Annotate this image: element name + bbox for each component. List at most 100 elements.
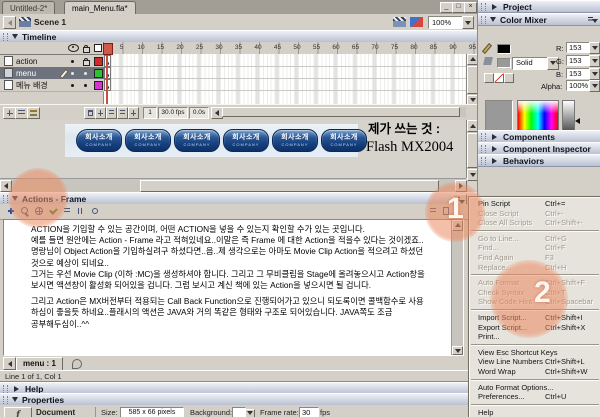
stage-area[interactable]: 회사소개COMPANY회사소개COMPANY회사소개COMPANY회사소개COM…	[0, 120, 478, 192]
edit-multiple-frames-button[interactable]	[128, 107, 139, 119]
stage-nav-button[interactable]: 회사소개COMPANY	[321, 129, 367, 152]
document-size-button[interactable]: 585 x 66 pixels	[120, 407, 184, 417]
script-vertical-scrollbar[interactable]	[451, 220, 463, 355]
insert-layer-folder-button[interactable]	[27, 107, 40, 119]
script-editor[interactable]: ACTION을 기입할 수 있는 공간이며, 어떤 ACTION을 넣을 수 있…	[3, 219, 464, 356]
color-mixer-options-icon[interactable]	[588, 16, 598, 23]
zoom-dropdown-button[interactable]	[462, 16, 474, 29]
back-button[interactable]	[3, 16, 16, 29]
panel-grip[interactable]	[3, 195, 8, 203]
menu-item-import-script[interactable]: Import Script...Ctrl+Shift+I	[469, 313, 600, 323]
stage-nav-button[interactable]: 회사소개COMPANY	[272, 129, 318, 152]
show-hide-layers-icon[interactable]	[68, 44, 79, 52]
tab-untitled-2[interactable]: Untitled-2*	[2, 1, 55, 15]
timeline-layer-row[interactable]: 메뉴 배경	[0, 79, 104, 92]
stage-nav-button[interactable]: 회사소개COMPANY	[223, 129, 269, 152]
fill-style-dropdown[interactable]: Solid	[512, 57, 551, 70]
playhead[interactable]	[103, 43, 113, 55]
background-dropdown-icon[interactable]	[245, 409, 255, 417]
project-panel-header[interactable]: Project	[478, 0, 600, 13]
channel-stepper-icon[interactable]	[589, 42, 600, 54]
panel-grip[interactable]	[481, 16, 486, 24]
channel-value-input[interactable]: 153	[566, 55, 591, 66]
panel-grip[interactable]	[481, 157, 486, 165]
close-button[interactable]: ×	[464, 2, 477, 13]
menu-item-export-script[interactable]: Export Script...Ctrl+Shift+X	[469, 323, 600, 333]
script-tab-menu-1[interactable]: menu : 1	[16, 357, 63, 371]
reference-icon[interactable]	[441, 206, 451, 216]
layer-visible-dot[interactable]	[71, 72, 74, 75]
outline-layers-icon[interactable]	[94, 44, 102, 52]
menu-item-pin-script[interactable]: Pin ScriptCtrl+=	[469, 199, 600, 209]
fill-color-swatch[interactable]	[497, 58, 511, 68]
swap-colors-icon[interactable]	[504, 73, 514, 83]
scroll-up-icon[interactable]	[452, 220, 463, 231]
auto-format-icon[interactable]	[62, 206, 72, 216]
channel-stepper-icon[interactable]	[589, 68, 600, 80]
scroll-thumb[interactable]	[140, 180, 439, 192]
timeline-frames[interactable]: 5101520253035404550556065707580859095	[104, 42, 478, 104]
stroke-pencil-icon[interactable]	[482, 43, 492, 54]
layer-visible-dot[interactable]	[71, 84, 74, 87]
behaviors-panel-header[interactable]: Behaviors	[478, 154, 600, 167]
stage-nav-button[interactable]: 회사소개COMPANY	[76, 129, 122, 152]
menu-item-auto-format-options[interactable]: Auto Format Options...	[469, 383, 600, 393]
edit-symbol-icon[interactable]	[410, 17, 423, 27]
view-options-icon[interactable]	[428, 206, 438, 216]
alpha-input[interactable]: 100%	[566, 80, 591, 91]
stage-nav-button[interactable]: 회사소개COMPANY	[125, 129, 171, 152]
layer-visible-dot[interactable]	[71, 60, 74, 63]
center-frame-button[interactable]	[95, 107, 106, 119]
script-nav-back-icon[interactable]	[3, 357, 16, 370]
layer-name[interactable]: 메뉴 배경	[16, 80, 48, 91]
layer-outline-color[interactable]	[94, 69, 103, 78]
pin-script-icon[interactable]	[72, 359, 82, 369]
panel-grip[interactable]	[3, 385, 8, 393]
layer-outline-color[interactable]	[94, 57, 103, 66]
menu-item-view-esc-shortcut-keys[interactable]: View Esc Shortcut Keys	[469, 348, 600, 358]
menu-item-view-line-numbers[interactable]: View Line NumbersCtrl+Shift+L	[469, 357, 600, 367]
channel-value-input[interactable]: 153	[566, 42, 591, 53]
frame-rate-input[interactable]: 30	[299, 407, 319, 417]
debug-options-icon[interactable]	[90, 206, 100, 216]
panel-grip[interactable]	[481, 145, 486, 153]
onion-skin-outlines-button[interactable]	[117, 107, 128, 119]
show-code-hint-icon[interactable]	[76, 206, 86, 216]
layer-lock-dot[interactable]	[84, 72, 87, 75]
panel-grip[interactable]	[3, 33, 8, 41]
layer-name[interactable]: action	[16, 57, 37, 66]
timeline-horizontal-scrollbar[interactable]	[222, 107, 466, 117]
menu-item-word-wrap[interactable]: Word WrapCtrl+Shift+W	[469, 367, 600, 377]
scroll-down-icon[interactable]	[452, 346, 463, 355]
stage-nav-button[interactable]: 회사소개COMPANY	[174, 129, 220, 152]
layer-lock-icon[interactable]	[83, 60, 90, 66]
add-statement-icon[interactable]	[6, 206, 16, 216]
hscroll-right-icon[interactable]	[455, 180, 467, 192]
scene-breadcrumb[interactable]: Scene 1	[34, 17, 66, 27]
frame-grid[interactable]	[104, 54, 466, 104]
menu-item-print[interactable]: Print...	[469, 332, 600, 342]
find-icon[interactable]	[20, 206, 30, 216]
stroke-color-swatch[interactable]	[497, 44, 511, 54]
insert-target-path-icon[interactable]	[34, 206, 44, 216]
panel-grip[interactable]	[481, 133, 486, 141]
stage-nav-bar-artwork[interactable]: 회사소개COMPANY회사소개COMPANY회사소개COMPANY회사소개COM…	[65, 124, 358, 157]
fill-bucket-icon[interactable]	[483, 57, 493, 65]
layer-lock-dot[interactable]	[84, 84, 87, 87]
alpha-stepper-icon[interactable]	[589, 80, 600, 92]
background-color-swatch[interactable]	[232, 407, 246, 417]
panel-grip[interactable]	[481, 3, 486, 11]
layer-name[interactable]: menu	[16, 69, 36, 78]
check-syntax-icon[interactable]	[48, 206, 58, 216]
brightness-marker-icon[interactable]	[575, 118, 580, 124]
onion-skin-button[interactable]	[106, 107, 117, 119]
scroll-thumb[interactable]	[222, 107, 460, 117]
menu-item-help[interactable]: Help	[469, 408, 600, 417]
edit-scene-icon[interactable]	[393, 17, 406, 27]
channel-value-input[interactable]: 153	[566, 68, 591, 79]
stage-horizontal-scrollbar[interactable]	[0, 178, 466, 192]
no-color-icon[interactable]	[494, 73, 504, 83]
layer-outline-color[interactable]	[94, 81, 103, 90]
tab-main-menu-fla[interactable]: main_Menu.fla*	[64, 1, 136, 15]
menu-item-preferences[interactable]: Preferences...Ctrl+U	[469, 392, 600, 402]
